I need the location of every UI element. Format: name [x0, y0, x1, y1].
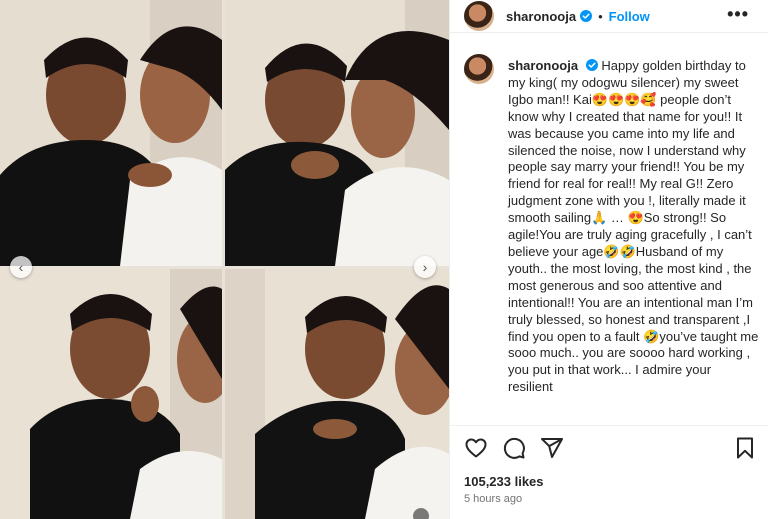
- audio-toggle-icon[interactable]: [413, 508, 429, 519]
- couple-photo-4: [225, 269, 449, 519]
- avatar[interactable]: [464, 1, 494, 31]
- post-side-panel: sharonooja • Follow ••• sharonooja Happy…: [449, 0, 768, 519]
- share-icon: [541, 438, 563, 458]
- next-image-button[interactable]: ›: [414, 256, 436, 278]
- caption-username[interactable]: sharonooja: [508, 58, 578, 73]
- more-options-icon[interactable]: •••: [727, 4, 749, 25]
- caption-area[interactable]: sharonooja Happy golden birthday to my k…: [450, 44, 768, 422]
- share-button[interactable]: [540, 436, 564, 460]
- save-button[interactable]: [733, 436, 757, 460]
- caption-body: Happy golden birthday to my king( my odo…: [508, 58, 759, 395]
- like-button[interactable]: [464, 436, 488, 460]
- heart-icon: [465, 438, 487, 458]
- chevron-left-icon: ‹: [18, 259, 24, 275]
- username-link[interactable]: sharonooja: [506, 9, 576, 24]
- couple-photo-2: [225, 0, 449, 266]
- bookmark-icon: [737, 437, 753, 459]
- like-count[interactable]: 105,233 likes: [464, 474, 544, 489]
- instagram-post: ‹ › sharonooja • Follow ••• sharonooja H…: [0, 0, 768, 519]
- comment-button[interactable]: [502, 436, 526, 460]
- comment-icon: [503, 437, 525, 459]
- verified-icon: [585, 59, 598, 71]
- previous-image-button[interactable]: ‹: [10, 256, 32, 278]
- post-media[interactable]: ‹ ›: [0, 0, 449, 519]
- verified-icon: [580, 10, 593, 22]
- caption-avatar[interactable]: [464, 54, 494, 84]
- follow-button[interactable]: Follow: [609, 9, 650, 24]
- separator-dot: •: [598, 8, 603, 24]
- post-header: sharonooja • Follow •••: [450, 0, 768, 33]
- post-timestamp[interactable]: 5 hours ago: [464, 493, 522, 505]
- couple-photo-1: [0, 0, 222, 266]
- action-bar: [450, 425, 768, 470]
- caption-text: sharonooja Happy golden birthday to my k…: [508, 44, 759, 396]
- couple-photo-3: [0, 269, 222, 519]
- chevron-right-icon: ›: [422, 259, 428, 275]
- caption-row: sharonooja Happy golden birthday to my k…: [450, 44, 768, 396]
